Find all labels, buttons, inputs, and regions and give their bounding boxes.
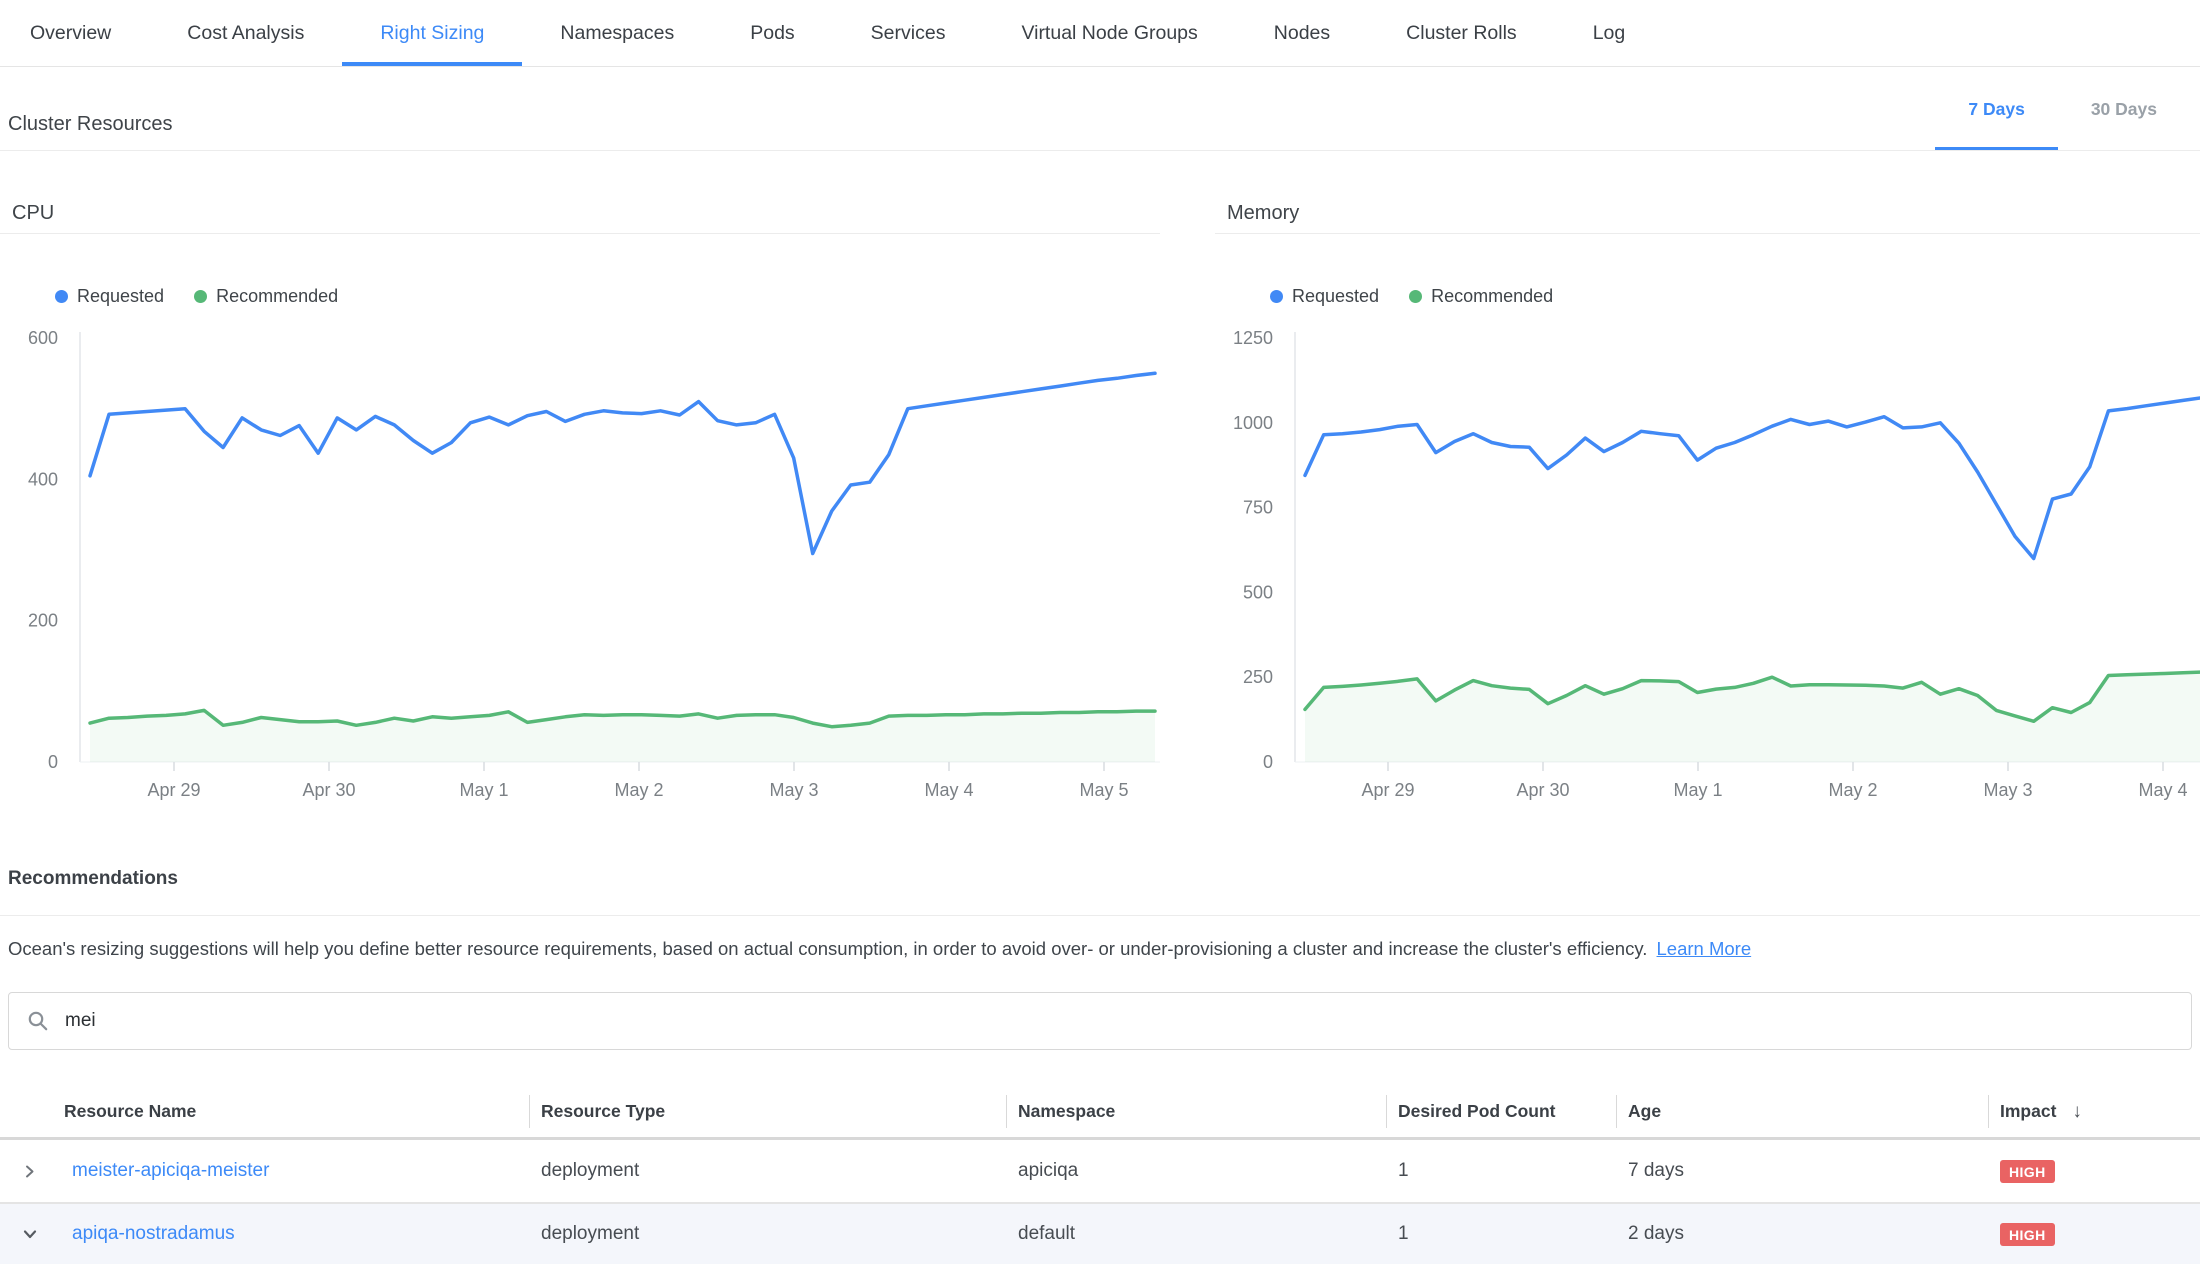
tab-virtual-node-groups[interactable]: Virtual Node Groups [983,0,1235,66]
page-title: Cluster Resources [8,113,173,150]
column-age[interactable]: Age [1616,1086,1988,1137]
cpu-line-chart: 600 400 200 0 Apr 29 Apr 30 May 1 May 2 May 3 May… [0,320,1160,815]
svg-text:May 4: May 4 [924,780,973,800]
svg-text:250: 250 [1243,667,1273,687]
top-tab-bar: Overview Cost Analysis Right Sizing Name… [0,0,2200,67]
memory-line-chart: 1250 1000 750 500 250 0 Apr 29 Apr 30 May 1 May 2… [1215,320,2200,815]
namespace-cell: apiciqa [1006,1160,1386,1182]
column-impact-label: Impact [2000,1101,2056,1122]
svg-text:May 3: May 3 [769,780,818,800]
row-expander[interactable] [0,1164,60,1179]
memory-chart-legend: Requested Recommended [1270,286,2200,306]
table-header-row: Resource Name Resource Type Namespace De… [0,1086,2200,1140]
svg-text:1250: 1250 [1233,328,1273,348]
resource-search[interactable] [8,992,2192,1050]
recommendations-description-text: Ocean's resizing suggestions will help y… [8,938,1647,959]
legend-requested[interactable]: Requested [1270,286,1379,307]
legend-recommended[interactable]: Recommended [194,286,338,307]
range-7-days[interactable]: 7 Days [1935,67,2057,150]
tab-cluster-rolls[interactable]: Cluster Rolls [1368,0,1555,66]
legend-recommended-label: Recommended [1431,286,1553,307]
svg-text:May 3: May 3 [1983,780,2032,800]
svg-text:200: 200 [28,611,58,631]
cluster-resources-header: Cluster Resources 7 Days 30 Days [0,67,2200,151]
memory-chart-title: Memory [1215,151,2200,234]
table-row: meister-apiciqa-meister deployment apici… [0,1140,2200,1202]
resource-type-cell: deployment [529,1223,1006,1245]
row-expander[interactable] [0,1226,60,1242]
svg-text:Apr 29: Apr 29 [147,780,200,800]
column-impact[interactable]: Impact ↓ [1988,1086,2200,1137]
requested-dot-icon [55,290,68,303]
resource-name-link[interactable]: apiqa-nostradamus [72,1223,235,1244]
svg-text:May 2: May 2 [1828,780,1877,800]
memory-chart-section: Memory Requested Recommended 1250 1000 750… [1215,151,2200,815]
requested-dot-icon [1270,290,1283,303]
tab-overview[interactable]: Overview [0,0,149,66]
time-range-toggle: 7 Days 30 Days [1935,67,2190,150]
header-spacer [0,1086,60,1137]
svg-text:May 1: May 1 [459,780,508,800]
search-icon [27,1010,49,1032]
recommendations-description: Ocean's resizing suggestions will help y… [8,936,2190,962]
column-resource-name[interactable]: Resource Name [60,1086,529,1137]
desired-pod-count-cell: 1 [1386,1223,1616,1245]
range-30-days[interactable]: 30 Days [2058,67,2190,150]
chevron-right-icon [22,1164,37,1179]
legend-recommended[interactable]: Recommended [1409,286,1553,307]
legend-requested-label: Requested [77,286,164,307]
impact-badge: HIGH [2000,1223,2055,1246]
recommended-dot-icon [194,290,207,303]
learn-more-link[interactable]: Learn More [1657,938,1752,959]
tab-cost-analysis[interactable]: Cost Analysis [149,0,342,66]
recommendations-table: Resource Name Resource Type Namespace De… [0,1086,2200,1264]
legend-requested[interactable]: Requested [55,286,164,307]
tab-services[interactable]: Services [833,0,984,66]
column-namespace[interactable]: Namespace [1006,1086,1386,1137]
resource-name-link[interactable]: meister-apiciqa-meister [72,1160,269,1181]
svg-text:May 1: May 1 [1673,780,1722,800]
resource-type-cell: deployment [529,1160,1006,1182]
svg-text:Apr 30: Apr 30 [302,780,355,800]
recommended-dot-icon [1409,290,1422,303]
age-cell: 7 days [1616,1160,1988,1182]
svg-text:750: 750 [1243,498,1273,518]
recommendations-divider [0,915,2200,916]
impact-badge: HIGH [2000,1160,2055,1183]
svg-text:600: 600 [28,328,58,348]
svg-text:400: 400 [28,469,58,489]
tab-pods[interactable]: Pods [712,0,832,66]
namespace-cell: default [1006,1223,1386,1245]
svg-text:Apr 30: Apr 30 [1516,780,1569,800]
svg-text:May 5: May 5 [1079,780,1128,800]
tab-right-sizing[interactable]: Right Sizing [342,0,522,66]
svg-text:500: 500 [1243,582,1273,602]
cpu-chart-title: CPU [0,151,1160,234]
svg-text:0: 0 [1263,752,1273,772]
legend-recommended-label: Recommended [216,286,338,307]
svg-text:May 4: May 4 [2138,780,2187,800]
age-cell: 2 days [1616,1223,1988,1245]
column-desired-pod-count[interactable]: Desired Pod Count [1386,1086,1616,1137]
tab-namespaces[interactable]: Namespaces [522,0,712,66]
search-input[interactable] [63,1009,2173,1033]
tab-log[interactable]: Log [1555,0,1664,66]
cpu-chart-legend: Requested Recommended [55,286,1160,306]
cpu-chart-section: CPU Requested Recommended 600 400 200 0 Apr … [0,151,1160,815]
svg-text:Apr 29: Apr 29 [1361,780,1414,800]
recommendations-title: Recommendations [8,867,2200,891]
svg-text:0: 0 [48,752,58,772]
svg-text:May 2: May 2 [614,780,663,800]
table-row: apiqa-nostradamus deployment default 1 2… [0,1202,2200,1264]
svg-text:1000: 1000 [1233,413,1273,433]
desired-pod-count-cell: 1 [1386,1160,1616,1182]
legend-requested-label: Requested [1292,286,1379,307]
column-resource-type[interactable]: Resource Type [529,1086,1006,1137]
charts-row: CPU Requested Recommended 600 400 200 0 Apr … [0,151,2200,815]
chevron-down-icon [22,1226,38,1242]
sort-desc-icon[interactable]: ↓ [2072,1101,2082,1123]
tab-nodes[interactable]: Nodes [1236,0,1368,66]
